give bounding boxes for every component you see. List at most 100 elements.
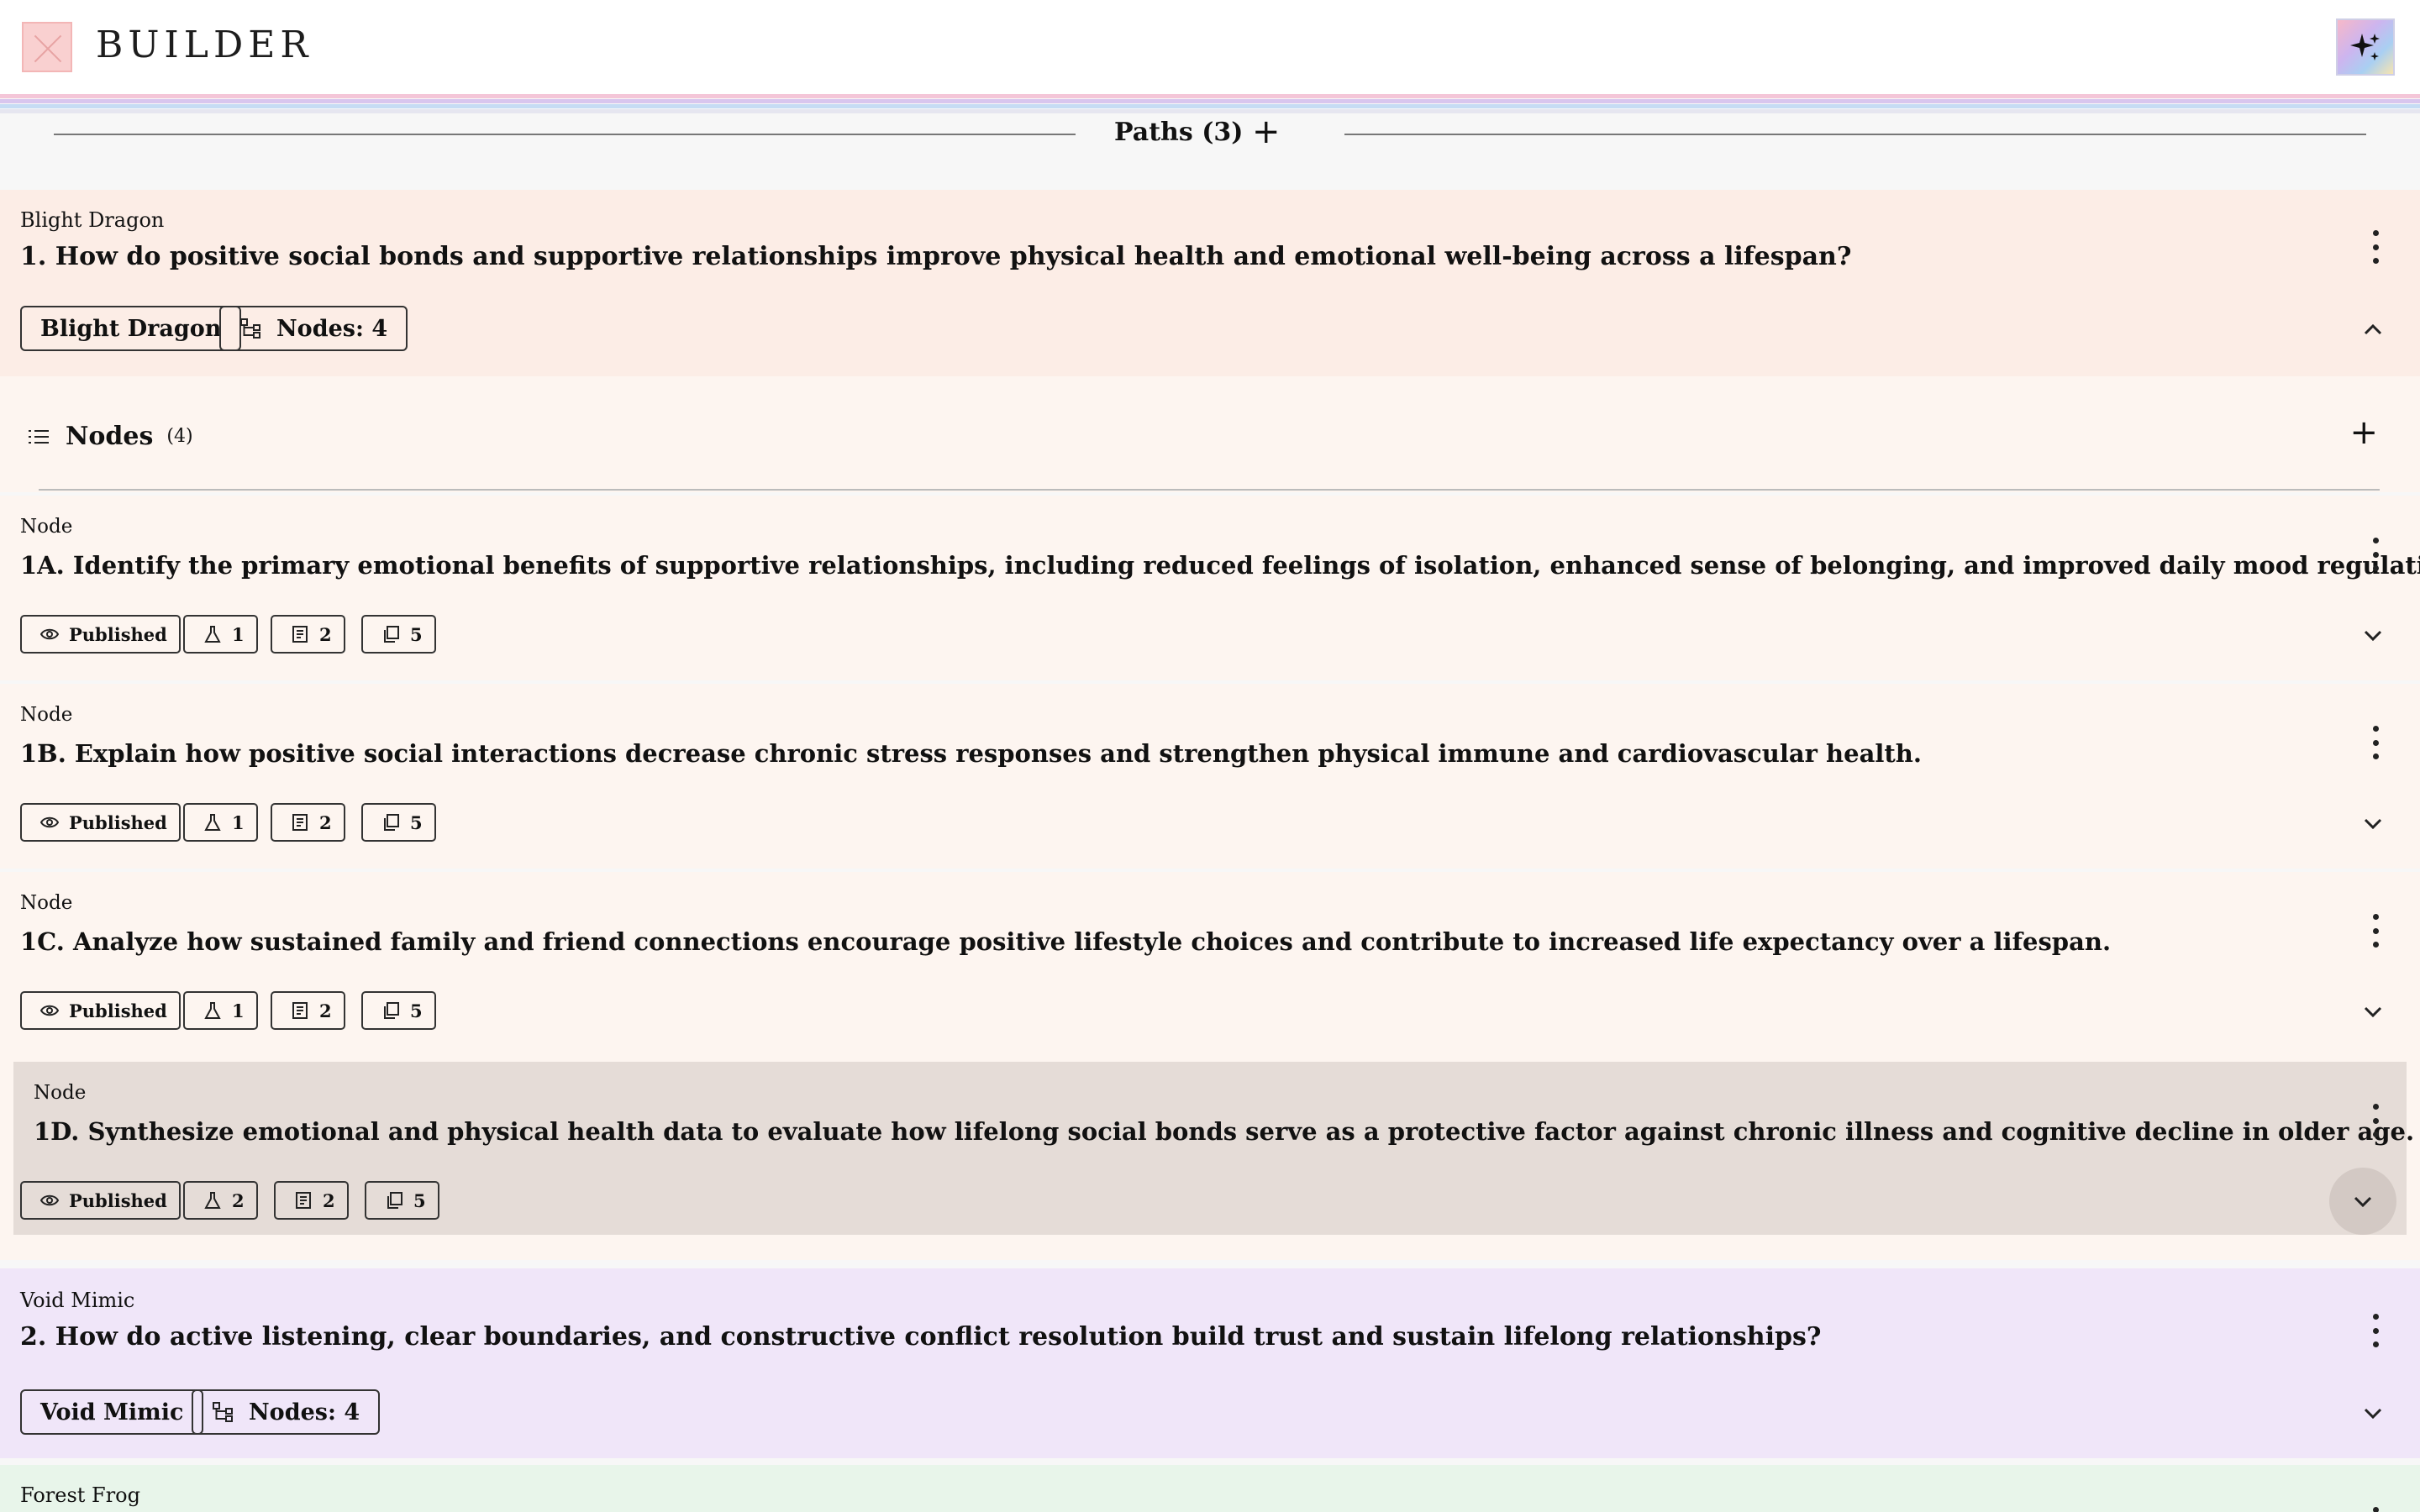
path-card[interactable]: Void Mimic 2. How do active listening, c… [0, 1268, 2420, 1458]
document-count: 2 [323, 1189, 335, 1211]
path-subtitle: Forest Frog [20, 1483, 140, 1507]
flask-icon [204, 814, 221, 831]
node-card[interactable]: Node 1D. Synthesize emotional and physic… [13, 1062, 2414, 1235]
paths-bar: Paths (3) + [0, 113, 2420, 190]
copies-chip[interactable]: 5 [365, 1181, 439, 1220]
node-card[interactable]: Node 1B. Explain how positive social int… [0, 680, 2420, 862]
status-label: Published [69, 811, 167, 833]
node-type: Node [20, 704, 73, 726]
status-chip[interactable]: Published [20, 803, 181, 842]
more-options-icon[interactable] [2371, 1104, 2380, 1137]
copies-count: 5 [413, 1189, 426, 1211]
flask-count: 1 [232, 623, 245, 645]
document-count: 2 [319, 811, 332, 833]
add-node-button[interactable]: + [2349, 413, 2378, 452]
app-header: BUILDER [0, 0, 2420, 94]
nodes-tag[interactable]: Nodes: 4 [192, 1389, 381, 1435]
flask-count: 1 [232, 811, 245, 833]
nodes-header: Nodes (4) [27, 422, 193, 451]
hierarchy-icon [240, 318, 260, 339]
eye-icon [40, 1194, 59, 1206]
path-tag-label: Blight Dragon [40, 315, 222, 342]
node-type: Node [20, 892, 73, 914]
node-text: 1B. Explain how positive social interact… [20, 739, 1922, 768]
list-icon [29, 429, 49, 444]
sparkle-icon [2350, 34, 2380, 60]
node-card[interactable]: Node 1A. Identify the primary emotional … [0, 492, 2420, 674]
status-chip[interactable]: Published [20, 1181, 181, 1220]
more-options-icon[interactable] [2371, 1314, 2380, 1347]
document-count: 2 [319, 623, 332, 645]
chevron-down-icon[interactable] [2329, 1168, 2396, 1235]
document-chip[interactable]: 2 [274, 1181, 349, 1220]
node-type: Node [34, 1082, 87, 1104]
copies-count: 5 [410, 623, 423, 645]
flask-chip[interactable]: 1 [183, 803, 258, 842]
status-label: Published [69, 623, 167, 645]
hierarchy-icon [213, 1402, 233, 1422]
path-tag[interactable]: Blight Dragon [20, 306, 242, 351]
add-path-button[interactable]: + [1252, 113, 1281, 151]
copies-chip[interactable]: 5 [361, 615, 436, 654]
more-options-icon[interactable] [2371, 726, 2380, 759]
flask-chip[interactable]: 2 [183, 1181, 258, 1220]
document-count: 2 [319, 1000, 332, 1021]
flask-icon [204, 1002, 221, 1019]
copies-count: 5 [410, 811, 423, 833]
document-icon [292, 626, 308, 643]
eye-icon [40, 816, 59, 828]
divider [39, 489, 2380, 491]
status-chip[interactable]: Published [20, 615, 181, 654]
app-title: BUILDER [96, 24, 313, 66]
path-subtitle: Void Mimic [20, 1289, 135, 1312]
document-chip[interactable]: 2 [271, 803, 345, 842]
sparkle-button[interactable] [2336, 18, 2395, 76]
path-tag[interactable]: Void Mimic [20, 1389, 204, 1435]
copy-icon [387, 1192, 402, 1209]
nodes-tag-label: Nodes: 4 [249, 1399, 360, 1425]
chevron-down-icon[interactable] [2356, 995, 2390, 1028]
app-logo[interactable] [22, 22, 72, 72]
more-options-icon[interactable] [2371, 914, 2380, 948]
flask-icon [204, 626, 221, 643]
document-chip[interactable]: 2 [271, 615, 345, 654]
more-options-icon[interactable] [2371, 1507, 2380, 1512]
path-card[interactable]: Blight Dragon 1. How do positive social … [0, 190, 2420, 376]
nodes-section: Nodes (4) + Node 1A. Identify the primar… [0, 376, 2420, 1260]
copy-icon [384, 1002, 399, 1019]
path-subtitle: Blight Dragon [20, 208, 165, 232]
flask-count: 2 [232, 1189, 245, 1211]
paths-label: Paths (3) [1114, 118, 1244, 147]
node-text: 1A. Identify the primary emotional benef… [20, 551, 2420, 580]
chevron-down-icon[interactable] [2356, 1396, 2390, 1430]
path-card[interactable]: Forest Frog [0, 1465, 2420, 1512]
chevron-down-icon[interactable] [2356, 618, 2390, 652]
document-icon [292, 1002, 308, 1019]
flask-chip[interactable]: 1 [183, 615, 258, 654]
status-label: Published [69, 1189, 167, 1211]
document-chip[interactable]: 2 [271, 991, 345, 1030]
more-options-icon[interactable] [2371, 230, 2380, 264]
copies-chip[interactable]: 5 [361, 803, 436, 842]
node-text: 1C. Analyze how sustained family and fri… [20, 927, 2112, 956]
flask-icon [204, 1192, 221, 1209]
path-tag-label: Void Mimic [40, 1399, 184, 1425]
eye-icon [40, 1005, 59, 1016]
node-card[interactable]: Node 1C. Analyze how sustained family an… [0, 869, 2420, 1050]
divider [1344, 134, 2366, 135]
copies-chip[interactable]: 5 [361, 991, 436, 1030]
nodes-tag[interactable]: Nodes: 4 [219, 306, 408, 351]
flask-count: 1 [232, 1000, 245, 1021]
status-chip[interactable]: Published [20, 991, 181, 1030]
more-options-icon[interactable] [2371, 538, 2380, 571]
nodes-title: Nodes [66, 422, 154, 451]
node-text: 1D. Synthesize emotional and physical he… [34, 1117, 2415, 1146]
flask-chip[interactable]: 1 [183, 991, 258, 1030]
copy-icon [384, 626, 399, 643]
status-label: Published [69, 1000, 167, 1021]
chevron-down-icon[interactable] [2356, 806, 2390, 840]
node-type: Node [20, 516, 73, 538]
decorative-stripes [0, 94, 2420, 114]
eye-icon [40, 628, 59, 640]
chevron-up-icon[interactable] [2356, 312, 2390, 346]
